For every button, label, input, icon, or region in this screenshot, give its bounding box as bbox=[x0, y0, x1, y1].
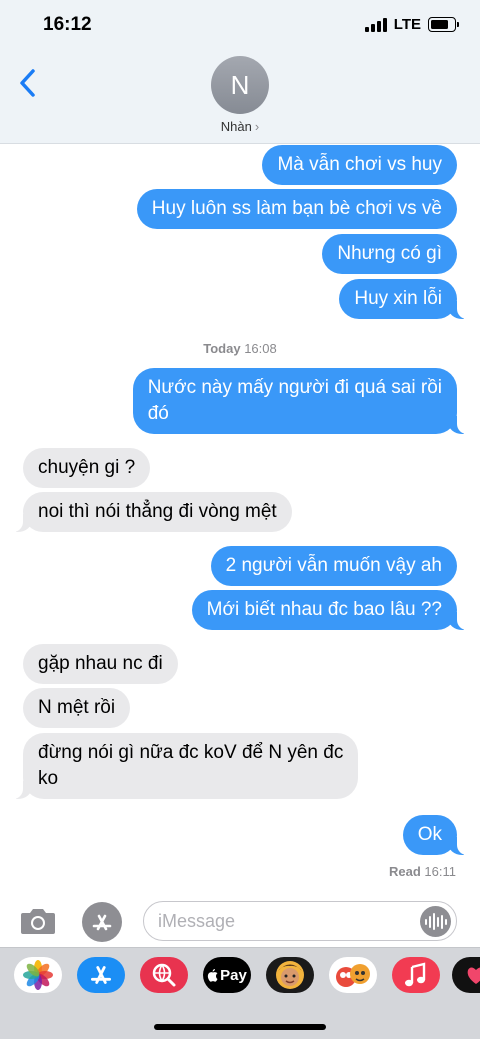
app-music[interactable] bbox=[392, 957, 440, 993]
read-label: Read bbox=[389, 864, 421, 879]
memoji-icon bbox=[276, 961, 304, 989]
app-drawer: Pay bbox=[0, 947, 480, 1039]
camera-button[interactable] bbox=[19, 906, 57, 936]
audio-message-button[interactable] bbox=[420, 906, 451, 937]
chevron-right-icon: › bbox=[254, 119, 260, 134]
app-apple-pay[interactable]: Pay bbox=[203, 957, 251, 993]
message-bubble-outgoing[interactable]: Nhưng có gì bbox=[322, 234, 457, 274]
app-animoji-stickers[interactable] bbox=[329, 957, 377, 993]
apps-button[interactable] bbox=[82, 902, 122, 942]
message-bubble-outgoing[interactable]: Huy xin lỗi bbox=[339, 279, 470, 319]
photos-icon bbox=[23, 960, 53, 990]
status-time: 16:12 bbox=[43, 14, 92, 35]
message-input[interactable] bbox=[143, 901, 457, 941]
network-label: LTE bbox=[393, 16, 421, 33]
web-search-icon bbox=[152, 963, 176, 987]
timestamp-time: 16:08 bbox=[244, 341, 277, 356]
animoji-stickers-icon bbox=[336, 964, 370, 987]
message-bubble-outgoing[interactable]: Nước này mấy người đi quá sai rồi đó bbox=[132, 368, 471, 434]
app-appstore[interactable] bbox=[77, 957, 125, 993]
appstore-icon bbox=[92, 914, 112, 931]
message-bubble-outgoing[interactable]: Mà vẫn chơi vs huy bbox=[262, 145, 457, 185]
read-time: 16:11 bbox=[424, 864, 456, 879]
conversation-header: 16:12 LTE N Nhàn › bbox=[0, 0, 480, 144]
message-bubble-outgoing[interactable]: Ok bbox=[402, 815, 471, 855]
app-web-search[interactable] bbox=[140, 957, 188, 993]
camera-icon bbox=[21, 909, 55, 934]
compose-bar bbox=[0, 893, 480, 949]
contact-name: Nhàn bbox=[220, 119, 252, 134]
timestamp-day: Today bbox=[203, 341, 241, 356]
back-button[interactable] bbox=[16, 66, 40, 100]
message-bubble-incoming[interactable]: gặp nhau nc đi bbox=[23, 644, 178, 684]
music-icon bbox=[405, 962, 426, 987]
appstore-icon bbox=[90, 966, 112, 984]
message-bubble-outgoing[interactable]: Huy luôn ss làm bạn bè chơi vs về bbox=[136, 189, 457, 229]
apple-pay-icon bbox=[207, 968, 218, 982]
app-memoji[interactable] bbox=[266, 957, 314, 993]
message-bubble-incoming[interactable]: đừng nói gì nữa đc koV để N yên đc ko bbox=[9, 733, 359, 799]
chevron-left-icon bbox=[20, 69, 35, 97]
contact-name-button[interactable]: Nhàn › bbox=[0, 119, 480, 134]
signal-icon bbox=[364, 17, 387, 32]
avatar[interactable]: N bbox=[211, 56, 269, 114]
message-bubble-outgoing[interactable]: 2 người vẫn muốn vậy ah bbox=[210, 546, 457, 586]
battery-icon bbox=[428, 17, 459, 32]
message-bubble-outgoing[interactable]: Mới biết nhau đc bao lâu ?? bbox=[191, 590, 471, 630]
app-digital-touch[interactable] bbox=[452, 957, 480, 993]
message-bubble-incoming[interactable]: N mệt rồi bbox=[23, 688, 131, 728]
status-indicators: LTE bbox=[364, 16, 459, 33]
digital-touch-icon bbox=[467, 967, 480, 984]
read-receipt: Read 16:11 bbox=[389, 864, 456, 879]
home-indicator[interactable] bbox=[154, 1024, 326, 1030]
message-thread[interactable]: Mà vẫn chơi vs huy Huy luôn ss làm bạn b… bbox=[0, 145, 480, 890]
app-photos[interactable] bbox=[14, 957, 62, 993]
conversation-timestamp: Today 16:08 bbox=[0, 341, 480, 356]
message-bubble-incoming[interactable]: noi thì nói thẳng đi vòng mệt bbox=[10, 492, 292, 532]
message-bubble-incoming[interactable]: chuyện gi ? bbox=[23, 448, 151, 488]
apple-pay-label: Pay bbox=[220, 966, 247, 984]
